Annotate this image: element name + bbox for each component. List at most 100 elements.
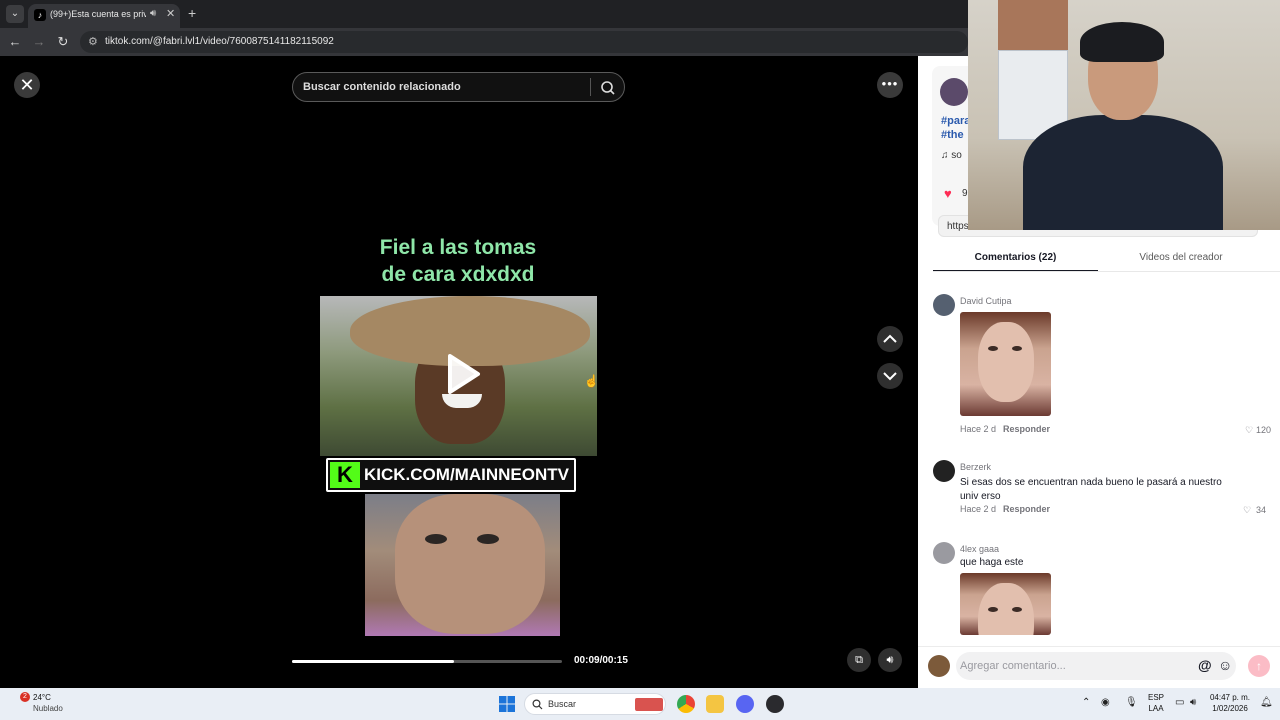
notification-bell-icon[interactable]: 🔔︎ (1260, 697, 1273, 708)
reply-button[interactable]: Responder (1003, 424, 1050, 434)
progress-bar[interactable] (292, 660, 562, 663)
reply-button[interactable]: Responder (1003, 504, 1050, 514)
windows-taskbar: 2 24°C Nublado Buscar ⌃ ◉ 🎙︎ ESP LAA ▭ 🔊… (0, 688, 1280, 720)
sound-link[interactable]: ♫ so (941, 150, 962, 161)
comment-placeholder: Agregar comentario... (960, 660, 1066, 672)
comment-text: que haga este (960, 557, 1024, 568)
clock-time: 04:47 p. m. (1209, 693, 1251, 702)
comment-username[interactable]: David Cutipa (960, 296, 1012, 306)
weather-condition[interactable]: Nublado (33, 704, 63, 713)
previous-video-button[interactable] (877, 326, 903, 352)
tab-comments[interactable]: Comentarios (22) (933, 246, 1098, 272)
site-info-icon[interactable]: ⚙ (88, 35, 98, 48)
new-tab-icon[interactable]: + (188, 4, 196, 22)
reload-icon[interactable]: ↻ (54, 33, 72, 51)
taskbar-search-text: Buscar (548, 699, 577, 709)
mention-icon[interactable]: @ (1198, 657, 1212, 673)
taskbar-search[interactable]: Buscar (524, 693, 666, 715)
microphone-icon[interactable]: 🎙︎ (1125, 697, 1138, 708)
search-divider (590, 78, 591, 96)
tab-close-icon[interactable]: ✕ (166, 7, 175, 20)
kick-logo-icon: K (330, 462, 360, 488)
windows-start-icon[interactable] (499, 696, 515, 712)
heart-icon[interactable]: ♥ (944, 186, 952, 201)
send-arrow-icon[interactable]: ↑ (1248, 655, 1270, 677)
more-options-icon[interactable]: ••• (877, 72, 903, 98)
speaker-icon[interactable]: 🔊︎ (1190, 697, 1196, 708)
music-note-icon: ♫ (941, 150, 949, 161)
related-search-input[interactable]: Buscar contenido relacionado (292, 72, 625, 102)
comment-like-icon[interactable]: ♡ (1245, 425, 1253, 436)
comment-date: Hace 2 d (960, 504, 997, 514)
comment-like-count: 34 (1256, 505, 1267, 515)
comment-input[interactable]: Agregar comentario... @ ☺ (956, 652, 1236, 680)
tray-overflow-icon[interactable]: ⌃ (1082, 697, 1090, 708)
comment-like-count: 120 (1256, 425, 1272, 435)
comment-avatar[interactable] (933, 294, 955, 316)
play-icon[interactable] (442, 352, 482, 396)
comment-item: 4lex gaaa que haga este (933, 542, 1273, 642)
video-hashtags: #para #the (941, 114, 970, 142)
keyboard-layout: LAA (1148, 704, 1164, 713)
url-field[interactable]: ⚙ tiktok.com/@fabri.lvl1/video/760087514… (80, 31, 968, 53)
video-clip-bottom[interactable] (365, 494, 560, 636)
caption-line-1: Fiel a las tomas (379, 236, 537, 259)
app-icon[interactable] (766, 695, 784, 713)
language-code: ESP (1148, 693, 1165, 702)
comment-text: Si esas dos se encuentran nada bueno le … (960, 477, 1222, 502)
taskbar-search-icon (532, 699, 543, 710)
progress-fill (292, 660, 454, 663)
network-icon[interactable]: ▭ (1175, 697, 1184, 708)
taskbar-clock[interactable]: 04:47 p. m. 1/02/2026 (1208, 692, 1252, 714)
language-indicator[interactable]: ESP LAA (1148, 692, 1164, 714)
like-count: 9 (962, 188, 968, 199)
weather-notification-badge: 2 (20, 692, 30, 702)
file-explorer-icon[interactable] (706, 695, 724, 713)
share-link-text: https (947, 221, 969, 232)
comment-avatar[interactable] (933, 460, 955, 482)
tray-app-icon[interactable]: ◉ (1101, 697, 1110, 708)
weather-temperature[interactable]: 24°C (33, 693, 51, 702)
webcam-shirt (1023, 115, 1223, 230)
search-highlight-icon (635, 698, 663, 711)
chrome-app-icon[interactable] (677, 695, 695, 713)
video-caption: Fiel a las tomas de cara xdxdxd (320, 234, 596, 288)
tabs-divider (933, 271, 1280, 272)
creator-avatar[interactable] (940, 78, 968, 106)
tiktok-favicon-icon: ♪ (34, 9, 46, 21)
close-icon[interactable]: ✕ (14, 72, 40, 98)
discord-app-icon[interactable] (736, 695, 754, 713)
hashtag-2[interactable]: #the (941, 128, 970, 142)
picture-in-picture-icon[interactable]: ⧉ (847, 648, 871, 672)
comment-like-icon[interactable]: ♡ (1243, 505, 1251, 516)
back-icon[interactable]: ← (6, 33, 24, 51)
comment-username[interactable]: Berzerk (960, 462, 991, 472)
my-avatar[interactable] (928, 655, 950, 677)
chevron-down-icon (883, 372, 897, 381)
webcam-hair (1080, 22, 1164, 62)
tab-search-dropdown-icon[interactable]: ⌄ (6, 5, 24, 23)
comment-avatar[interactable] (933, 542, 955, 564)
forward-icon[interactable]: → (30, 33, 48, 51)
tab-creator-videos[interactable]: Videos del creador (1098, 246, 1264, 272)
next-video-button[interactable] (877, 363, 903, 389)
browser-tab-active[interactable]: ♪ (99+)Esta cuenta es privada 🔊︎ ✕ (28, 4, 180, 28)
comment-username[interactable]: 4lex gaaa (960, 544, 999, 554)
sticker-face (978, 583, 1034, 635)
comment-item: Berzerk Si esas dos se encuentran nada b… (933, 460, 1273, 520)
hashtag-1[interactable]: #para (941, 114, 970, 128)
screen: ⌄ ♪ (99+)Esta cuenta es privada 🔊︎ ✕ + ←… (0, 0, 1280, 720)
comment-sticker-image[interactable] (960, 573, 1051, 635)
emoji-icon[interactable]: ☺ (1218, 657, 1232, 673)
tab-audio-icon[interactable]: 🔊︎ (150, 8, 156, 19)
kick-banner: K KICK.COM/MAINNEONTV (326, 458, 576, 492)
comment-sticker-image[interactable] (960, 312, 1051, 416)
comment-date: Hace 2 d (960, 424, 997, 434)
volume-icon[interactable]: 🔊︎ (878, 648, 902, 672)
sound-label: so (951, 150, 962, 161)
search-placeholder: Buscar contenido relacionado (303, 81, 461, 93)
search-icon[interactable] (599, 79, 617, 97)
clock-date: 1/02/2026 (1212, 704, 1248, 713)
mouse-cursor-icon: ☝ (584, 374, 599, 388)
webcam-overlay (968, 0, 1280, 230)
